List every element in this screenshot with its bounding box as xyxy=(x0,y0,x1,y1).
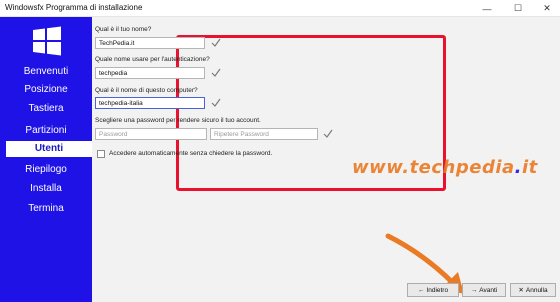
name-label: Qual è il tuo nome? xyxy=(95,26,152,33)
main-panel: Qual è il tuo nome? TechPedia.it Quale n… xyxy=(92,17,560,302)
close-button[interactable]: ✕ xyxy=(534,0,560,17)
repeat-password-field[interactable]: Ripetere Password xyxy=(210,128,318,140)
autologin-checkbox[interactable] xyxy=(97,150,105,158)
watermark: www.techpedia.it xyxy=(352,157,538,178)
sidebar: Benvenuti Posizione Tastiera Partizioni … xyxy=(0,17,92,302)
username-field[interactable]: techpedia xyxy=(95,67,205,79)
username-label: Quale nome usare per l'autenticazione? xyxy=(95,56,210,63)
window-title: Windowsfx Programma di installazione xyxy=(5,3,143,12)
sidebar-item-utenti: Utenti xyxy=(6,141,92,157)
autologin-label: Accedere automaticamente senza chiedere … xyxy=(109,150,273,157)
password-field[interactable]: Password xyxy=(95,128,207,140)
cancel-button[interactable]: ✕ Annulla xyxy=(510,283,556,297)
checkmark-icon xyxy=(323,129,333,138)
computer-name-label: Qual è il nome di questo computer? xyxy=(95,87,198,94)
name-field[interactable]: TechPedia.it xyxy=(95,37,205,49)
title-bar: Windowsfx Programma di installazione — ☐… xyxy=(0,0,560,17)
cancel-button-label: Annulla xyxy=(525,286,548,294)
sidebar-item-riepilogo: Riepilogo xyxy=(25,164,67,175)
arrow-left-icon: ← xyxy=(417,286,425,294)
cancel-icon: ✕ xyxy=(518,287,524,294)
next-button-label: Avanti xyxy=(479,286,498,294)
windows-logo-icon xyxy=(33,26,61,56)
checkmark-icon xyxy=(211,98,221,107)
sidebar-item-benvenuti: Benvenuti xyxy=(23,66,69,77)
maximize-button[interactable]: ☐ xyxy=(505,0,531,17)
sidebar-item-posizione: Posizione xyxy=(24,84,68,95)
arrow-right-icon: → xyxy=(470,286,478,294)
checkmark-icon xyxy=(211,68,221,77)
checkmark-icon xyxy=(211,38,221,47)
back-button[interactable]: ← Indietro xyxy=(407,283,459,297)
sidebar-item-installa: Installa xyxy=(30,183,62,194)
computer-name-field[interactable]: techpedia-italia xyxy=(95,97,205,109)
password-label: Scegliere una password per rendere sicur… xyxy=(95,117,261,124)
minimize-button[interactable]: — xyxy=(474,0,500,17)
back-button-label: Indietro xyxy=(426,286,449,294)
next-button[interactable]: → Avanti xyxy=(462,283,506,297)
sidebar-item-termina: Termina xyxy=(28,203,64,214)
sidebar-item-partizioni: Partizioni xyxy=(25,125,67,136)
sidebar-item-tastiera: Tastiera xyxy=(28,103,64,114)
